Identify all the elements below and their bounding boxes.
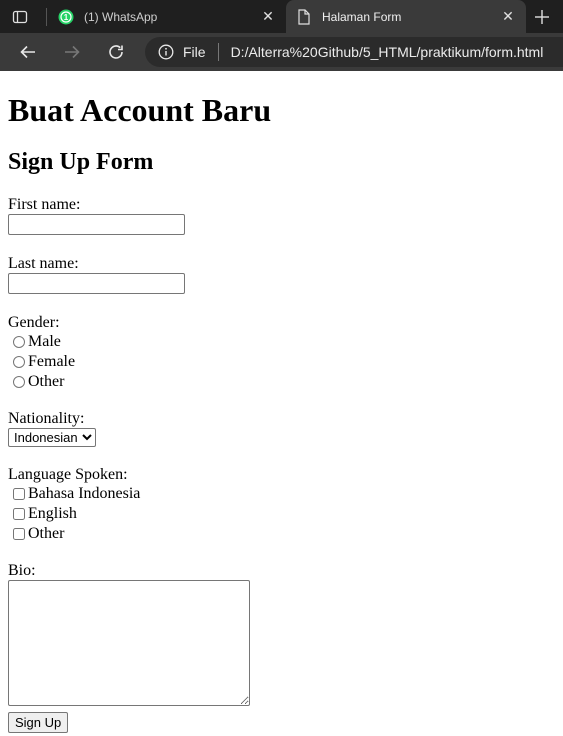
page-title: Buat Account Baru [8, 92, 272, 128]
language-label: Language Spoken: [8, 466, 128, 483]
gender-radio-female[interactable] [13, 356, 25, 368]
language-option-label: English [28, 505, 77, 522]
close-icon[interactable]: ✕ [260, 8, 276, 25]
tab-whatsapp[interactable]: 1 (1) WhatsApp ✕ [48, 0, 286, 33]
gender-option-other[interactable]: Other [8, 372, 555, 392]
close-icon[interactable]: ✕ [500, 8, 516, 25]
gender-option-label: Other [28, 373, 65, 390]
tab-separator [46, 8, 47, 26]
language-option-label: Bahasa Indonesia [28, 485, 141, 502]
last-name-input[interactable] [8, 273, 185, 294]
nationality-label: Nationality: [8, 410, 85, 427]
gender-option-female[interactable]: Female [8, 352, 555, 372]
tab-badge: 1 [64, 13, 69, 22]
gender-option-male[interactable]: Male [8, 332, 555, 352]
gender-radio-male[interactable] [13, 336, 25, 348]
first-name-label: First name: [8, 196, 81, 213]
language-option-english[interactable]: English [8, 504, 555, 524]
info-icon[interactable] [157, 43, 175, 61]
new-tab-icon[interactable] [530, 5, 554, 29]
url-scheme-label: File [183, 44, 206, 60]
page-content: Buat Account Baru Sign Up Form First nam… [0, 92, 563, 733]
language-checkbox-bahasa[interactable] [13, 488, 25, 500]
language-option-other[interactable]: Other [8, 524, 555, 544]
language-option-bahasa[interactable]: Bahasa Indonesia [8, 484, 555, 504]
tab-title: Halaman Form [322, 9, 402, 24]
gender-radio-other[interactable] [13, 376, 25, 388]
url-text[interactable]: D:/Alterra%20Github/5_HTML/praktikum/for… [231, 44, 544, 60]
whatsapp-icon: 1 [58, 9, 74, 25]
signup-form: First name: Last name: Gender: Male Fema… [8, 196, 555, 733]
bio-textarea[interactable] [8, 580, 250, 706]
first-name-input[interactable] [8, 214, 185, 235]
tab-actions-icon[interactable] [10, 7, 30, 27]
nationality-select[interactable]: Indonesian [8, 428, 96, 447]
bio-label: Bio: [8, 562, 36, 579]
language-option-label: Other [28, 525, 65, 542]
gender-option-label: Female [28, 353, 76, 370]
tab-strip: 1 (1) WhatsApp ✕ Halaman Form ✕ [0, 0, 563, 33]
document-icon [296, 8, 312, 25]
sign-up-button[interactable]: Sign Up [8, 712, 69, 733]
language-checkbox-english[interactable] [13, 508, 25, 520]
back-arrow-icon[interactable] [16, 40, 40, 64]
last-name-label: Last name: [8, 255, 79, 272]
tab-title: (1) WhatsApp [84, 9, 158, 24]
form-title: Sign Up Form [8, 149, 154, 175]
address-bar[interactable]: File D:/Alterra%20Github/5_HTML/praktiku… [145, 37, 563, 67]
tab-halaman-form[interactable]: Halaman Form ✕ [286, 0, 526, 33]
language-checkbox-other[interactable] [13, 528, 25, 540]
address-divider [217, 43, 219, 61]
refresh-icon[interactable] [104, 40, 128, 64]
forward-arrow-icon[interactable] [60, 40, 84, 64]
gender-option-label: Male [28, 333, 61, 350]
browser-toolbar: File D:/Alterra%20Github/5_HTML/praktiku… [0, 33, 563, 71]
gender-label: Gender: [8, 314, 60, 331]
